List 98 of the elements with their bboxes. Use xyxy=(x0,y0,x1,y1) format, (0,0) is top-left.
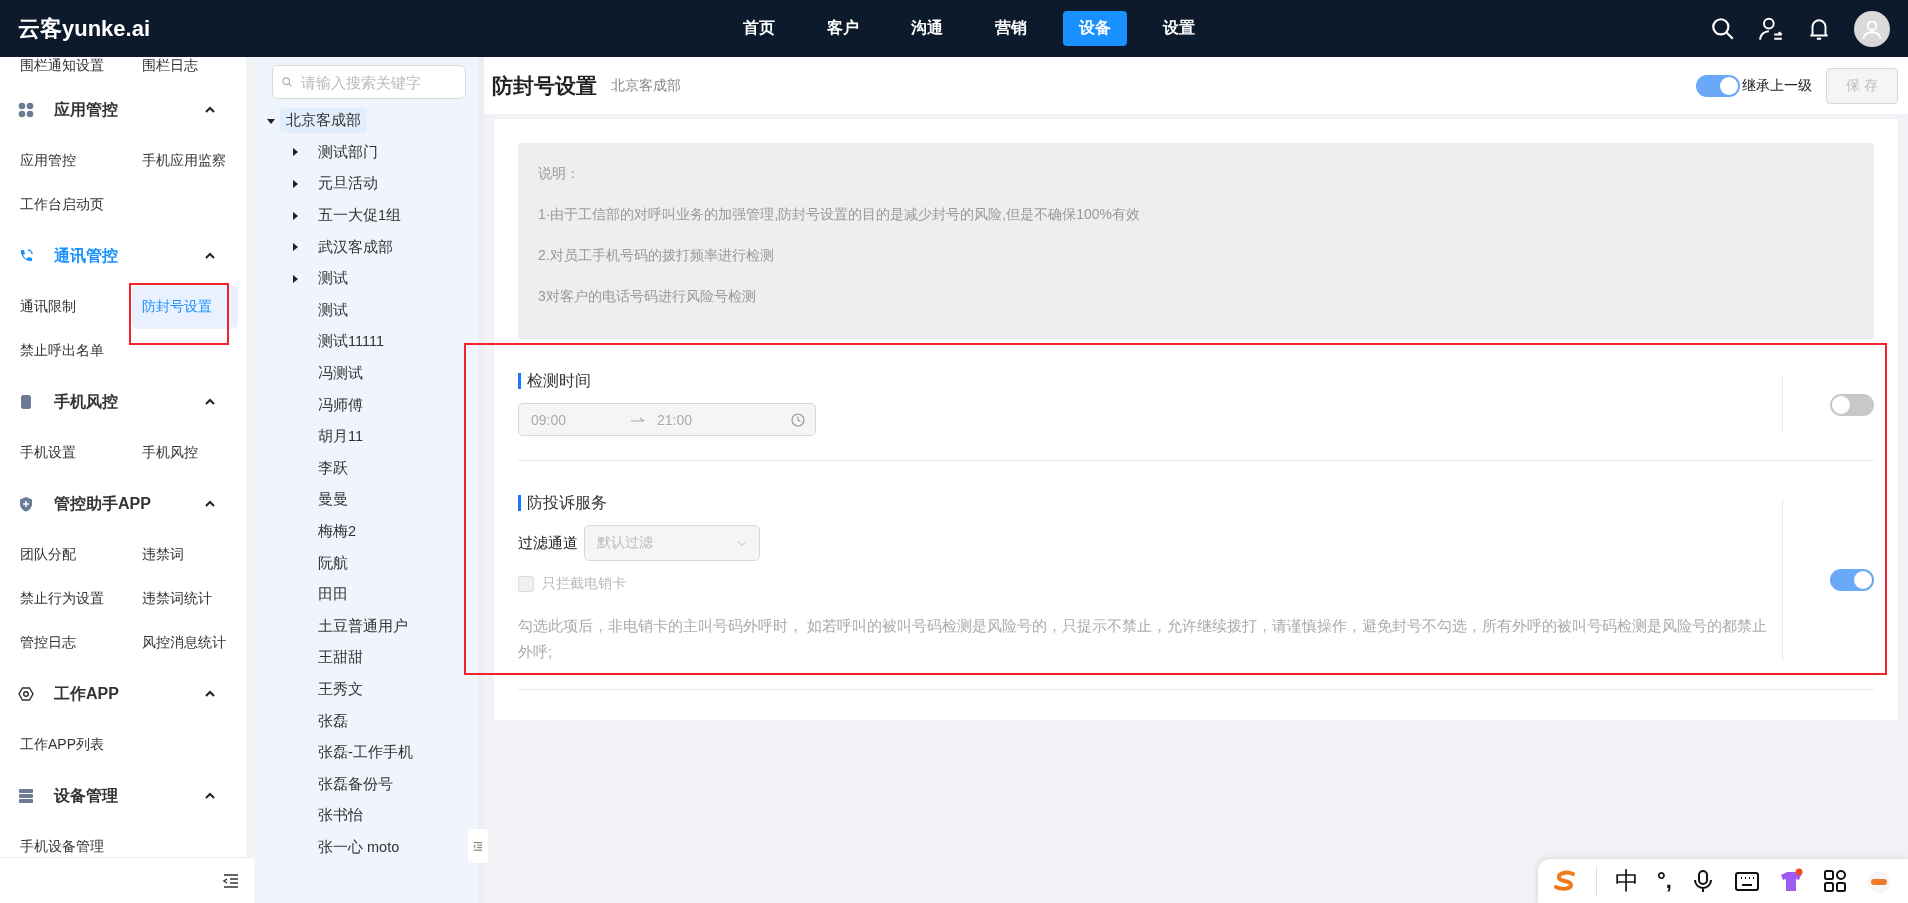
tree-node[interactable]: 测试11111 xyxy=(306,329,391,355)
server-icon xyxy=(18,788,34,804)
nav-tab[interactable]: 沟通 xyxy=(895,11,959,46)
tree-node[interactable]: 王甜甜 xyxy=(306,645,369,671)
group-title: 管控助手APP xyxy=(54,493,152,514)
notice-text: 说明： xyxy=(538,165,581,182)
logo: 云客yunke.ai xyxy=(18,14,152,43)
tree-node[interactable]: 李跃 xyxy=(306,455,354,481)
sidebar-item[interactable]: 应用管控 xyxy=(10,139,132,183)
group-title: 通讯管控 xyxy=(54,245,119,266)
notice-text: 1·由于工信部的对呼叫业务的加强管理,防封号设置的目的是减少封号的风险,但是不确保100%有效 xyxy=(538,206,1142,223)
tree-node[interactable]: 武汉客成部 xyxy=(306,234,399,260)
tree-node[interactable]: 阮航 xyxy=(306,550,354,576)
tree-node[interactable]: 测试 xyxy=(306,266,354,292)
caret-icon[interactable] xyxy=(290,210,300,221)
caret-icon[interactable] xyxy=(290,179,300,189)
start-time: 09:00 xyxy=(531,411,568,428)
chevron-down-icon xyxy=(737,538,747,548)
clock-icon xyxy=(791,412,805,427)
tree-node[interactable]: 冯测试 xyxy=(306,361,369,387)
sidebar-item[interactable]: 团队分配 xyxy=(10,533,132,577)
punctuation-toggle[interactable]: °, xyxy=(1657,868,1672,894)
hexagon-icon xyxy=(18,686,34,702)
tree-node[interactable]: 五一大促1组 xyxy=(306,203,408,229)
avatar[interactable] xyxy=(1854,10,1890,47)
tree-node[interactable]: 元旦活动 xyxy=(306,171,384,197)
page-subtitle: 北京客成部 xyxy=(611,76,682,95)
notice-text: 3对客户的电话号码进行风险号检测 xyxy=(538,288,757,305)
phone-icon xyxy=(18,248,34,264)
sidebar-group-header[interactable]: 手机风控 xyxy=(0,373,238,431)
sidebar-item[interactable]: 手机设置 xyxy=(10,431,132,475)
group-title: 工作APP xyxy=(54,683,120,704)
field-label: 过滤通道 xyxy=(518,533,578,553)
tree-node[interactable]: 曼曼 xyxy=(306,487,354,513)
caret-icon[interactable] xyxy=(290,147,300,158)
sidebar-item[interactable]: 通讯限制 xyxy=(10,285,132,329)
section-title: 防投诉服务 xyxy=(518,495,607,511)
sidebar-item[interactable]: 违禁词 xyxy=(132,533,238,577)
sidebar-item[interactable]: 工作台启动页 xyxy=(10,183,132,227)
nav-tab[interactable]: 设置 xyxy=(1147,11,1211,46)
tree-node[interactable]: 田田 xyxy=(306,582,354,608)
tree-node[interactable]: 张磊-工作手机 xyxy=(306,740,419,766)
toggle-switch[interactable] xyxy=(1696,74,1740,97)
input-mode-toggle[interactable]: 中 xyxy=(1615,865,1639,897)
sidebar-group-header[interactable]: 管控助手APP xyxy=(0,475,238,533)
tree-node[interactable]: 张磊备份号 xyxy=(306,771,399,797)
sidebar-item[interactable]: 禁止行为设置 xyxy=(10,577,132,621)
tree-node[interactable]: 梅梅2 xyxy=(306,519,363,544)
sidebar-group-header[interactable]: 设备管理 xyxy=(0,767,238,825)
tree-node[interactable]: 张磊 xyxy=(306,708,354,734)
tree-node[interactable]: 北京客成部 xyxy=(280,108,367,134)
checkbox-label: 只拦截电销卡 xyxy=(542,575,626,593)
toggle-switch[interactable] xyxy=(1830,569,1874,591)
section-title: 检测时间 xyxy=(518,373,591,389)
tree-node[interactable]: 测试部门 xyxy=(306,139,384,165)
mobile-phone-icon xyxy=(18,394,34,410)
menu-fold-icon[interactable] xyxy=(222,871,240,890)
sidebar-item[interactable]: 禁止呼出名单 xyxy=(10,329,132,373)
group-title: 手机风控 xyxy=(54,391,119,412)
tree-node[interactable]: 胡月11 xyxy=(306,424,370,450)
nav-tab[interactable]: 营销 xyxy=(979,11,1043,46)
group-title: 应用管控 xyxy=(54,99,119,120)
caret-icon[interactable] xyxy=(290,273,300,284)
apps-grid-icon[interactable] xyxy=(1821,868,1848,894)
search-icon[interactable] xyxy=(1710,15,1736,42)
sidebar-group-header[interactable]: 工作APP xyxy=(0,665,238,723)
sidebar-item[interactable]: 手机风控 xyxy=(132,431,238,475)
shield-icon xyxy=(18,496,34,512)
help-text: 勾选此项后，非电销卡的主叫号码外呼时， 如若呼叫的被叫号码检测是风险号的，只提示不禁止，允许继续拨打，请谨慎操作，避免封号不勾选，所有外呼的被叫号码检测是风险号的都禁止外呼; xyxy=(518,616,1769,662)
tree-node[interactable]: 张书怡 xyxy=(306,803,369,829)
collapse-button[interactable] xyxy=(468,829,488,863)
sidebar-item[interactable]: 手机设备管理 xyxy=(10,825,132,857)
group-title: 设备管理 xyxy=(54,785,119,806)
tree-node[interactable]: 测试 xyxy=(306,297,354,323)
sidebar-item[interactable]: 工作APP列表 xyxy=(10,723,132,767)
end-time: 21:00 xyxy=(657,411,694,428)
nav-tab[interactable]: 客户 xyxy=(811,11,875,46)
user-switch-icon[interactable] xyxy=(1758,15,1784,42)
sidebar-item[interactable]: 围栏日志 xyxy=(132,57,238,81)
sidebar-item[interactable]: 围栏通知设置 xyxy=(10,57,132,81)
sidebar-item[interactable]: 手机应用监察 xyxy=(132,139,238,183)
grid-dots-icon xyxy=(18,102,34,118)
sidebar-item[interactable]: 管控日志 xyxy=(10,621,132,665)
nav-tab[interactable]: 首页 xyxy=(727,11,791,46)
tree-node[interactable]: 冯师傅 xyxy=(306,392,369,418)
sidebar-group-header[interactable]: 应用管控 xyxy=(0,81,238,139)
search-field[interactable]: 请输入搜索关键字 xyxy=(272,65,466,99)
sidebar-item[interactable]: 风控消息统计 xyxy=(132,621,238,665)
tree-node[interactable]: 张一心 moto xyxy=(306,834,406,860)
sidebar-item[interactable]: 违禁词统计 xyxy=(132,577,238,621)
tree-node[interactable]: 王秀文 xyxy=(306,677,369,702)
caret-icon[interactable] xyxy=(290,242,300,253)
page-title: 防封号设置 xyxy=(492,72,597,99)
menu-fold-icon xyxy=(473,841,483,851)
toggle-label: 继承上一级 xyxy=(1742,76,1812,95)
notice-text: 2.对员工手机号码的拨打频率进行检测 xyxy=(538,247,775,264)
s-logo-icon[interactable] xyxy=(1552,868,1578,894)
tree-node[interactable]: 土豆普通用户 xyxy=(306,613,414,639)
